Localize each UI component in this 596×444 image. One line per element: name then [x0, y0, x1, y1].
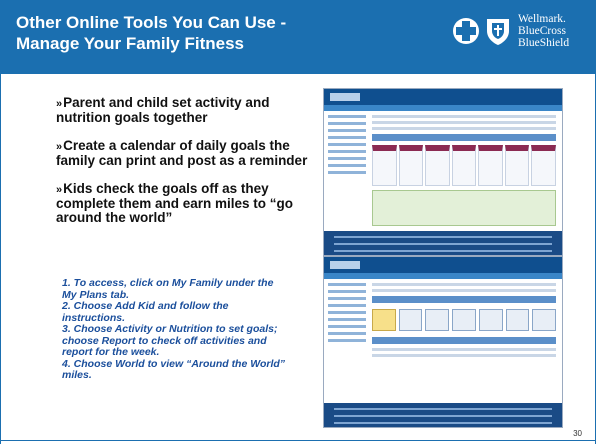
screenshot-header: [324, 257, 562, 273]
screenshot-footer: [324, 231, 562, 255]
bullet-text: Create a calendar of daily goals the fam…: [56, 138, 308, 168]
slide: Other Online Tools You Can Use - Manage …: [0, 0, 596, 444]
bullet-item: »Parent and child set activity and nutri…: [56, 96, 316, 125]
screenshot-header: [324, 89, 562, 105]
blue-shield-icon: [487, 19, 509, 45]
bullet-list: »Parent and child set activity and nutri…: [56, 96, 316, 239]
screenshot-nav: [324, 273, 562, 279]
logo-text: Wellmark. BlueCross BlueShield: [518, 13, 569, 49]
slide-title: Other Online Tools You Can Use - Manage …: [16, 12, 356, 54]
bullet-text: Parent and child set activity and nutrit…: [56, 95, 270, 125]
instruction-steps: 1. To access, click on My Family under t…: [62, 277, 288, 382]
slide-title-line-2: Manage Your Family Fitness: [16, 34, 244, 53]
screenshot-report-panel: [372, 190, 556, 226]
wellmark-logo: Wellmark. BlueCross BlueShield: [452, 8, 592, 54]
world-screenshot: [323, 256, 563, 428]
bullet-item: »Create a calendar of daily goals the fa…: [56, 139, 316, 168]
header-bar: Other Online Tools You Can Use - Manage …: [0, 0, 596, 74]
instruction-step: 2. Choose Add Kid and follow the instruc…: [62, 300, 229, 324]
instruction-step: 3. Choose Activity or Nutrition to set g…: [62, 323, 278, 358]
screenshot-section-bar: [372, 337, 556, 344]
bullet-item: »Kids check the goals off as they comple…: [56, 182, 316, 225]
slide-title-line-1: Other Online Tools You Can Use -: [16, 13, 287, 32]
screenshot-group: [323, 88, 563, 430]
screenshot-sidebar: [328, 115, 366, 215]
screenshot-section-bar: [372, 296, 556, 303]
bullet-text: Kids check the goals off as they complet…: [56, 181, 294, 225]
bullet-marker-icon: »: [56, 141, 63, 153]
logo-text-line: Wellmark.: [518, 13, 566, 25]
screenshot-content: [372, 115, 557, 226]
logo-text-line: BlueShield: [518, 37, 570, 49]
screenshot-footer: [324, 403, 562, 427]
footer-rule: [1, 440, 595, 441]
screenshot-world-strip: [372, 309, 557, 331]
blue-cross-icon: [453, 18, 479, 44]
screenshot-section-bar: [372, 134, 556, 141]
screenshot-nav: [324, 105, 562, 111]
screenshot-content: [372, 283, 557, 360]
logo-text-line: BlueCross: [518, 25, 566, 37]
page-number: 30: [573, 429, 582, 438]
frame-border-left: [0, 74, 1, 444]
instruction-step: 1. To access, click on My Family under t…: [62, 277, 274, 301]
bullet-marker-icon: »: [56, 98, 63, 110]
screenshot-sidebar: [328, 283, 366, 383]
screenshot-logo: [330, 93, 360, 101]
instruction-step: 4. Choose World to view “Around the Worl…: [62, 357, 286, 381]
calendar-screenshot: [323, 88, 563, 256]
bullet-marker-icon: »: [56, 184, 63, 196]
screenshot-logo: [330, 261, 360, 269]
screenshot-calendar: [372, 145, 557, 186]
